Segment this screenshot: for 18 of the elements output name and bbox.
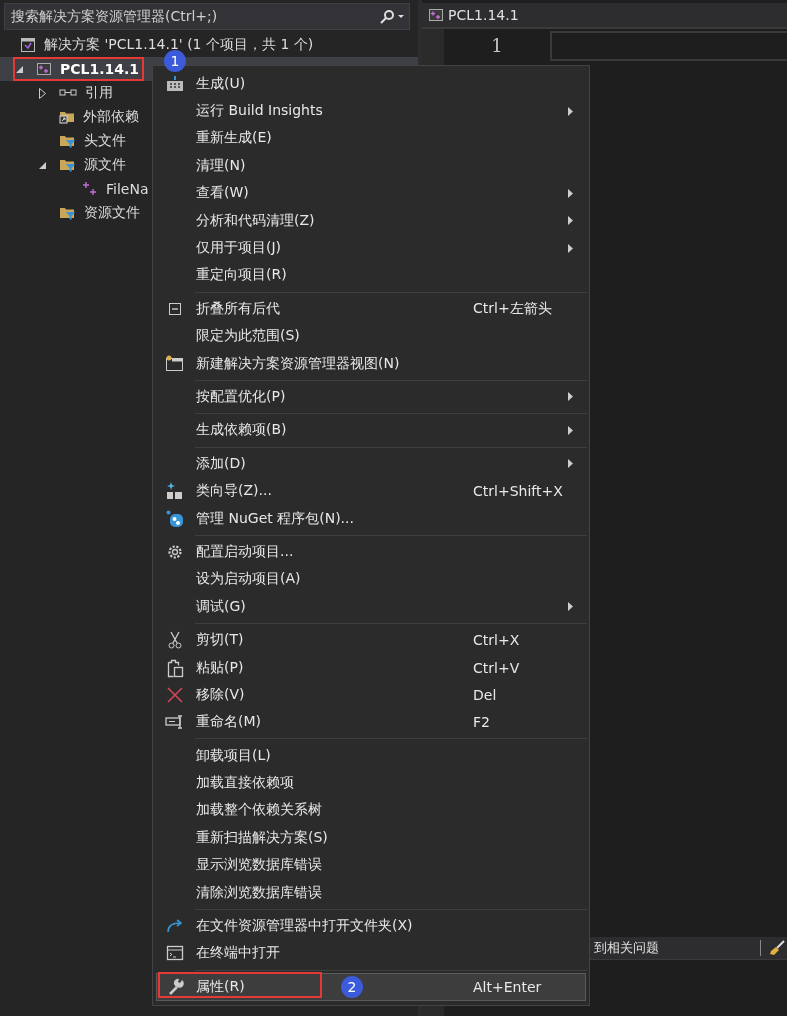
shortcut-text: Ctrl+Shift+X xyxy=(473,483,564,500)
tree-label: PCL1.14.1 xyxy=(60,61,140,77)
shortcut-text: Alt+Enter xyxy=(473,978,543,995)
step-number-badge: 2 xyxy=(341,976,363,999)
shortcut-text: Del xyxy=(473,686,498,703)
tree-label: 外部依赖 xyxy=(83,108,139,126)
shortcut-text: Ctrl+V xyxy=(473,659,521,676)
tree-label: 引用 xyxy=(85,84,113,102)
line-number: 1 xyxy=(491,35,503,57)
toolbar-text: 到相关问题 xyxy=(594,939,659,957)
tree-label: FileNa xyxy=(106,181,149,197)
tree-label: 源文件 xyxy=(84,156,126,174)
shortcut-text: Ctrl+左箭头 xyxy=(473,299,553,318)
shortcut-text: Ctrl+X xyxy=(473,632,521,649)
step-number-badge: 1 xyxy=(164,50,186,72)
shortcut-text: F2 xyxy=(473,714,491,731)
tree-label: 头文件 xyxy=(84,132,126,150)
tree-label: 资源文件 xyxy=(84,204,140,222)
